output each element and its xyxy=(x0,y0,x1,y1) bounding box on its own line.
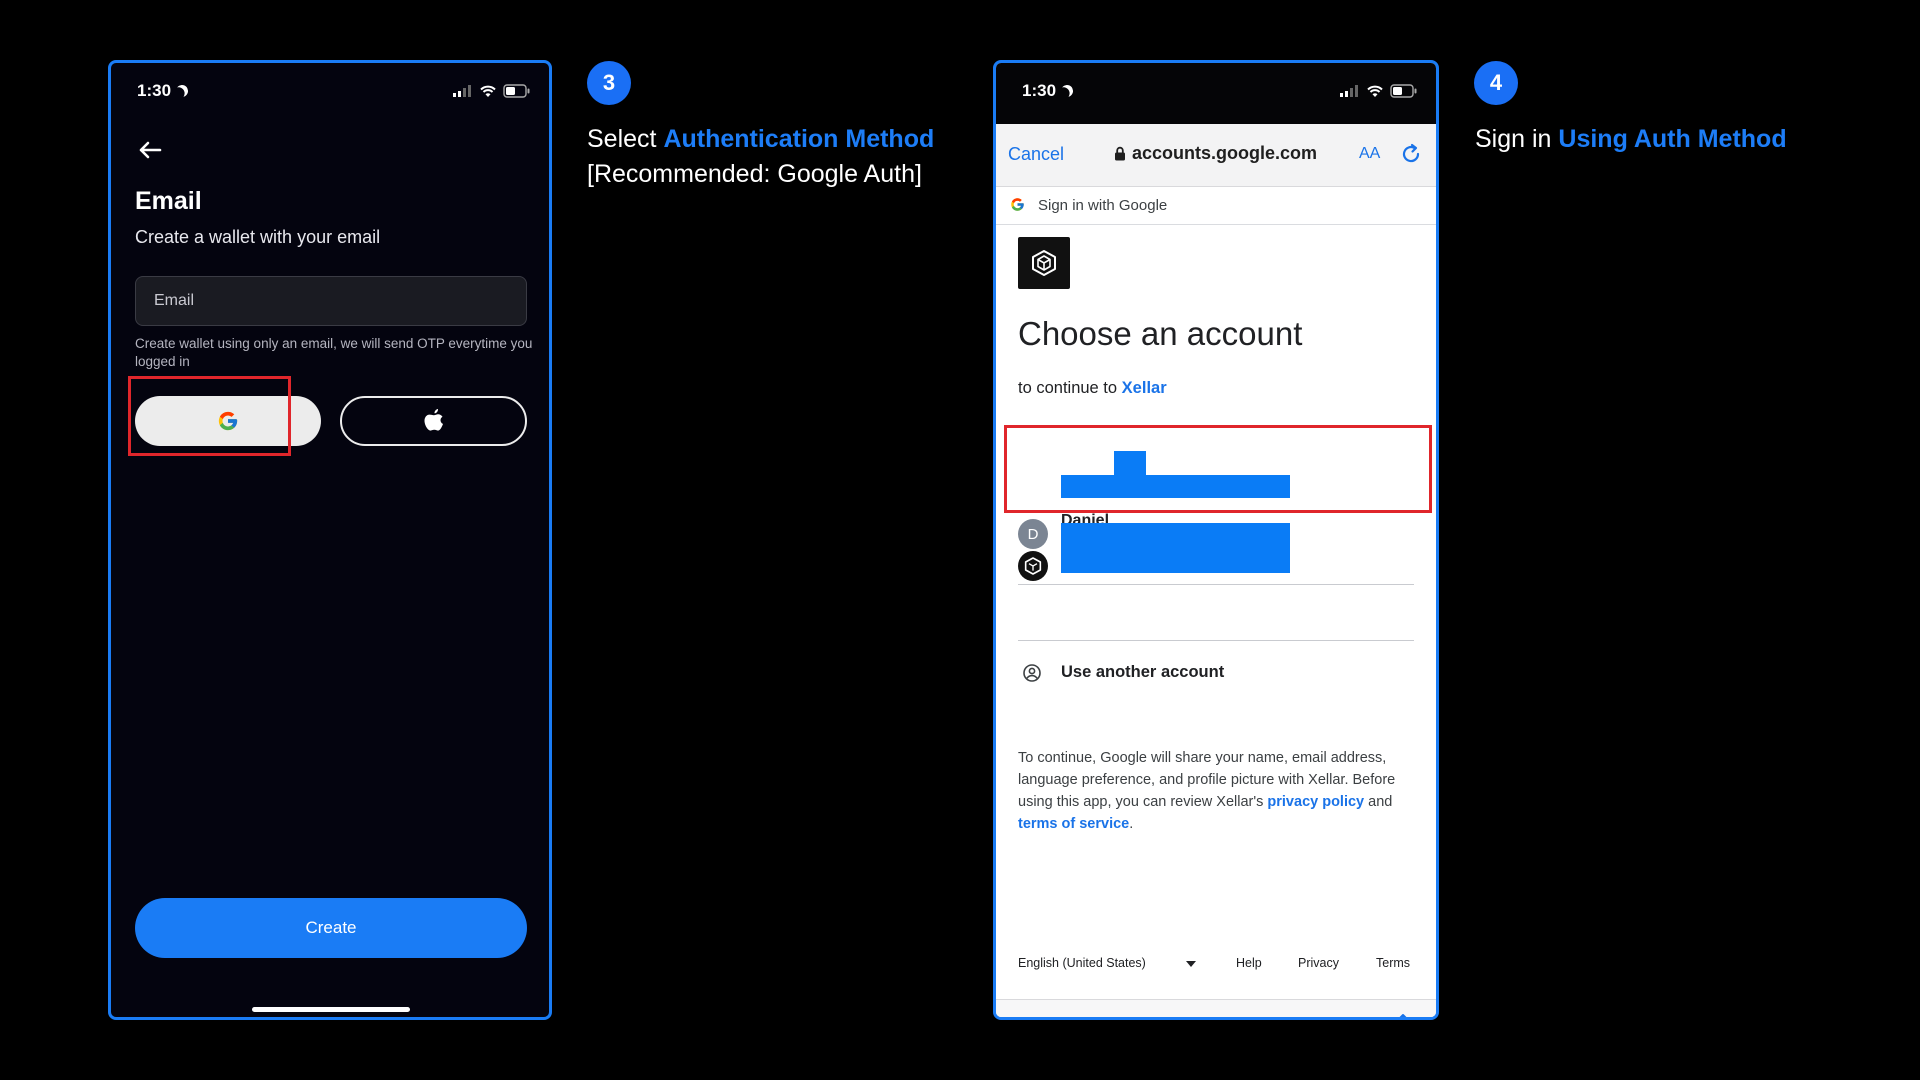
status-time: 1:30 xyxy=(137,81,186,101)
email-hint-text: Create wallet using only an email, we wi… xyxy=(135,336,533,369)
reload-icon[interactable] xyxy=(1399,142,1423,166)
sign-in-banner-text: Sign in with Google xyxy=(1038,197,1168,214)
terms-link[interactable]: Terms xyxy=(1376,956,1410,970)
account-circle-icon xyxy=(1023,664,1041,682)
use-another-account-label: Use another account xyxy=(1061,663,1225,681)
back-chevron-icon[interactable] xyxy=(1014,1017,1028,1020)
back-arrow-icon[interactable] xyxy=(135,135,165,165)
cellular-signal-icon xyxy=(1340,85,1358,97)
xellar-logo xyxy=(1018,237,1070,289)
continue-to-text: to continue to Xellar xyxy=(1018,379,1167,398)
url-text: accounts.google.com xyxy=(1132,143,1318,163)
status-icons xyxy=(1340,83,1418,99)
use-another-account-button[interactable]: Use another account xyxy=(1018,661,1414,685)
text-size-button[interactable]: AA xyxy=(1359,145,1380,163)
step-3-prefix: Select xyxy=(587,125,664,153)
wallet-app-phone: 1:30 Email Create a wallet with your ema… xyxy=(108,60,552,1020)
app-name-link: Xellar xyxy=(1121,379,1167,397)
battery-icon xyxy=(1390,84,1417,98)
browser-nav-bar xyxy=(996,999,1436,1020)
step-4-prefix: Sign in xyxy=(1475,125,1559,153)
dropdown-caret-icon[interactable] xyxy=(1186,961,1196,967)
and-text: and xyxy=(1364,794,1393,810)
share-icon[interactable] xyxy=(1392,1013,1414,1020)
terms-of-service-link[interactable]: terms of service xyxy=(1018,816,1129,832)
browser-toolbar: Cancel accounts.google.com AA xyxy=(996,124,1436,187)
step-3-badge: 3 xyxy=(587,61,631,105)
step-3-instructions: Select Authentication Method [Recommende… xyxy=(587,122,934,192)
create-button[interactable]: Create xyxy=(135,898,527,958)
divider xyxy=(1018,640,1414,641)
lock-icon xyxy=(1115,146,1125,161)
divider xyxy=(1018,584,1414,585)
moon-icon xyxy=(1059,83,1074,98)
url-bar[interactable]: accounts.google.com xyxy=(1114,143,1317,164)
status-icons xyxy=(453,83,531,99)
language-selector[interactable]: English (United States) xyxy=(1018,956,1146,970)
status-bar: 1:30 xyxy=(996,63,1436,124)
continue-prefix: to continue to xyxy=(1018,379,1122,397)
forward-chevron-icon[interactable] xyxy=(1112,1017,1126,1020)
period-text: . xyxy=(1129,816,1134,832)
google-signin-phone: 1:30 Cancel accounts.google.com AA Sign … xyxy=(993,60,1439,1020)
step-4-badge: 4 xyxy=(1474,61,1518,105)
step-3-highlight: Authentication Method xyxy=(663,125,935,153)
account-highlight xyxy=(1004,425,1432,513)
google-button-highlight xyxy=(128,376,291,456)
help-link[interactable]: Help xyxy=(1236,956,1262,970)
privacy-policy-link[interactable]: privacy policy xyxy=(1267,794,1364,810)
avatar xyxy=(1018,551,1048,581)
wifi-icon xyxy=(1367,85,1383,97)
redacted-account xyxy=(1061,523,1290,573)
choose-account-heading: Choose an account xyxy=(1018,315,1303,352)
cube-logo-icon xyxy=(1032,250,1056,276)
step-4-highlight: Using Auth Method xyxy=(1558,125,1787,153)
privacy-disclaimer: To continue, Google will share your name… xyxy=(1018,747,1418,835)
step-3-recommendation: [Recommended: Google Auth] xyxy=(587,160,922,188)
wifi-icon xyxy=(480,85,496,97)
google-logo-icon xyxy=(1011,198,1024,211)
footer-links: English (United States) Help Privacy Ter… xyxy=(1018,956,1414,976)
moon-icon xyxy=(174,83,189,98)
status-bar: 1:30 xyxy=(111,63,549,123)
battery-icon xyxy=(503,84,530,98)
email-field[interactable] xyxy=(135,276,527,326)
apple-auth-button[interactable] xyxy=(340,396,527,446)
sign-in-with-google-banner: Sign in with Google xyxy=(996,186,1436,225)
cellular-signal-icon xyxy=(453,85,471,97)
cube-logo-icon xyxy=(1024,557,1042,575)
apple-logo-icon xyxy=(424,409,443,431)
cancel-button[interactable]: Cancel xyxy=(1008,144,1064,165)
status-time: 1:30 xyxy=(1022,81,1071,101)
page-subtitle: Create a wallet with your email xyxy=(135,227,381,247)
privacy-link[interactable]: Privacy xyxy=(1298,956,1339,970)
page-title: Email xyxy=(135,187,202,215)
step-4-instructions: Sign in Using Auth Method xyxy=(1475,122,1787,157)
home-indicator xyxy=(252,1007,410,1012)
